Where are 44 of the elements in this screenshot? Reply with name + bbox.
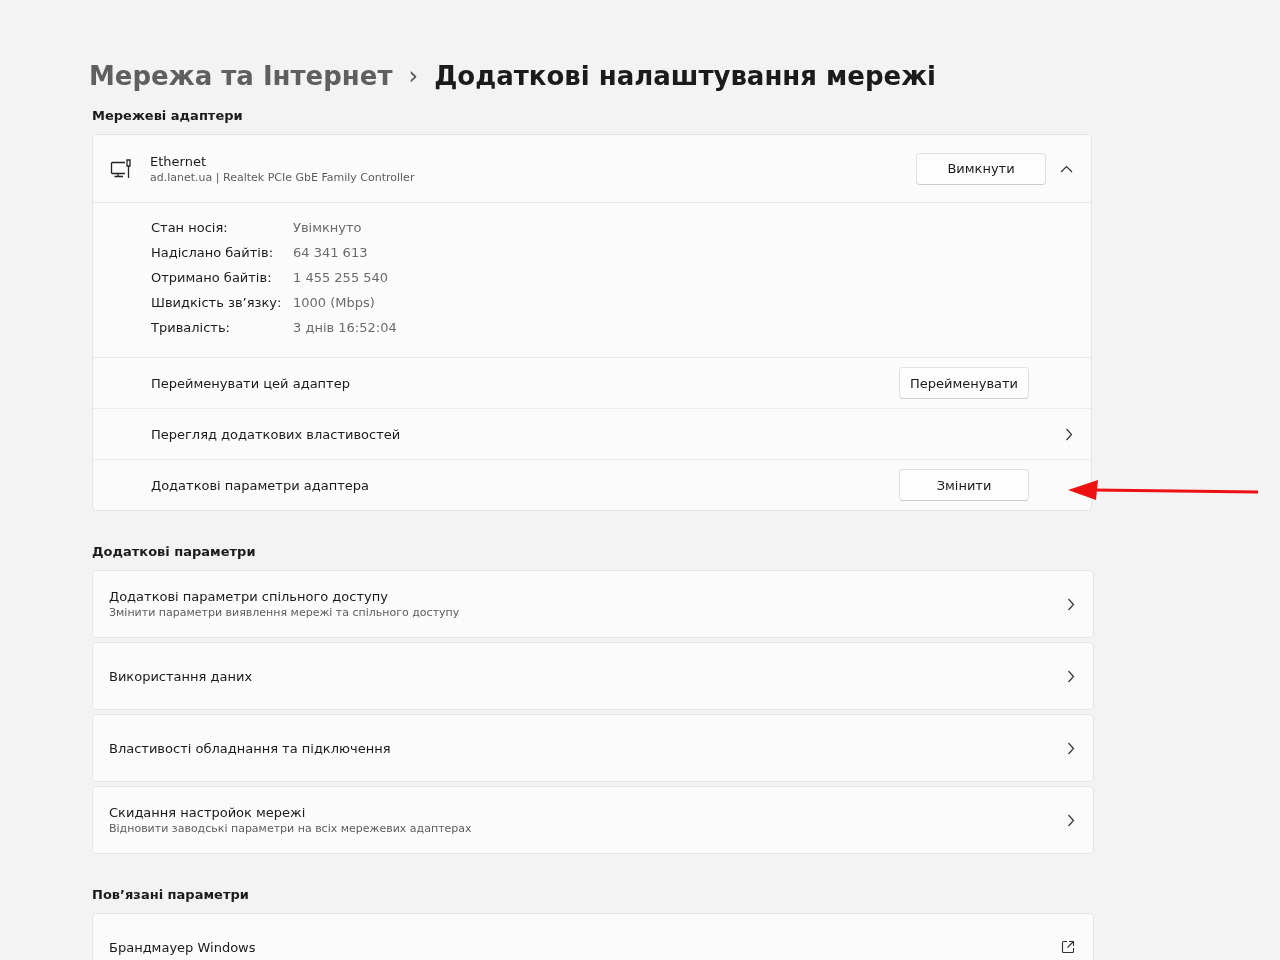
- item-title: Скидання настройок мережі: [109, 805, 307, 820]
- breadcrumb-link[interactable]: Мережа та Інтернет: [89, 61, 393, 91]
- section-heading: Додаткові параметри: [92, 544, 257, 561]
- adapter-description: ad.lanet.ua | Realtek PCIe GbE Family Controller: [150, 170, 416, 184]
- item-title: Властивості обладнання та підключення: [109, 740, 392, 756]
- action-button[interactable]: Перейменувати: [899, 367, 1029, 399]
- chevron-up-icon[interactable]: [1060, 164, 1073, 173]
- detail-label: Надіслано байтів:: [151, 245, 274, 262]
- item-title: Брандмауер Windows: [109, 939, 257, 955]
- detail-value: 64 341 613: [293, 245, 368, 262]
- item-subtitle: Відновити заводські параметри на всіх мережевих адаптерах: [109, 822, 473, 835]
- settings-item[interactable]: Скидання настройок мережі Відновити заводські параметри на всіх мережевих адаптерах: [92, 786, 1094, 854]
- section-heading: Пов’язані параметри: [92, 887, 250, 904]
- detail-value: 1 455 255 540: [293, 270, 389, 287]
- chevron-right-icon: [1067, 597, 1075, 611]
- detail-value: Увімкнуто: [293, 220, 362, 237]
- settings-item[interactable]: Властивості обладнання та підключення: [92, 714, 1094, 782]
- detail-value: 1000 (Mbps): [293, 295, 375, 312]
- setting-label: Перегляд додаткових властивостей: [151, 426, 402, 442]
- adapter-name: Ethernet: [150, 153, 207, 169]
- breadcrumb-separator: ›: [408, 62, 419, 90]
- item-title: Додаткові параметри спільного доступу: [109, 589, 389, 604]
- section-heading: Мережеві адаптери: [92, 108, 244, 125]
- chevron-right-icon: [1065, 427, 1073, 441]
- setting-label: Додаткові параметри адаптера: [151, 477, 370, 493]
- chevron-right-icon: [1067, 813, 1075, 827]
- detail-value: 3 днів 16:52:04: [293, 320, 397, 337]
- detail-label: Стан носія:: [151, 220, 229, 237]
- detail-label: Тривалість:: [151, 320, 231, 337]
- item-title: Використання даних: [109, 668, 254, 684]
- detail-label: Швидкість зв’язку:: [151, 295, 283, 312]
- computer-icon: [110, 157, 132, 180]
- detail-label: Отримано байтів:: [151, 270, 273, 287]
- settings-item[interactable]: Використання даних: [92, 642, 1094, 710]
- chevron-right-icon: [1067, 741, 1075, 755]
- settings-item[interactable]: Брандмауер Windows: [92, 913, 1094, 960]
- action-button[interactable]: Змінити: [899, 469, 1029, 501]
- settings-item[interactable]: Додаткові параметри спільного доступу Змінити параметри виявлення мережі та спільного доступу: [92, 570, 1094, 638]
- external-link-icon: [1061, 940, 1075, 954]
- disable-button[interactable]: Вимкнути: [916, 152, 1046, 185]
- chevron-right-icon: [1067, 669, 1075, 683]
- item-subtitle: Змінити параметри виявлення мережі та спільного доступу: [109, 606, 461, 619]
- page-title: Додаткові налаштування мережі: [434, 61, 936, 91]
- setting-label: Перейменувати цей адаптер: [151, 375, 351, 391]
